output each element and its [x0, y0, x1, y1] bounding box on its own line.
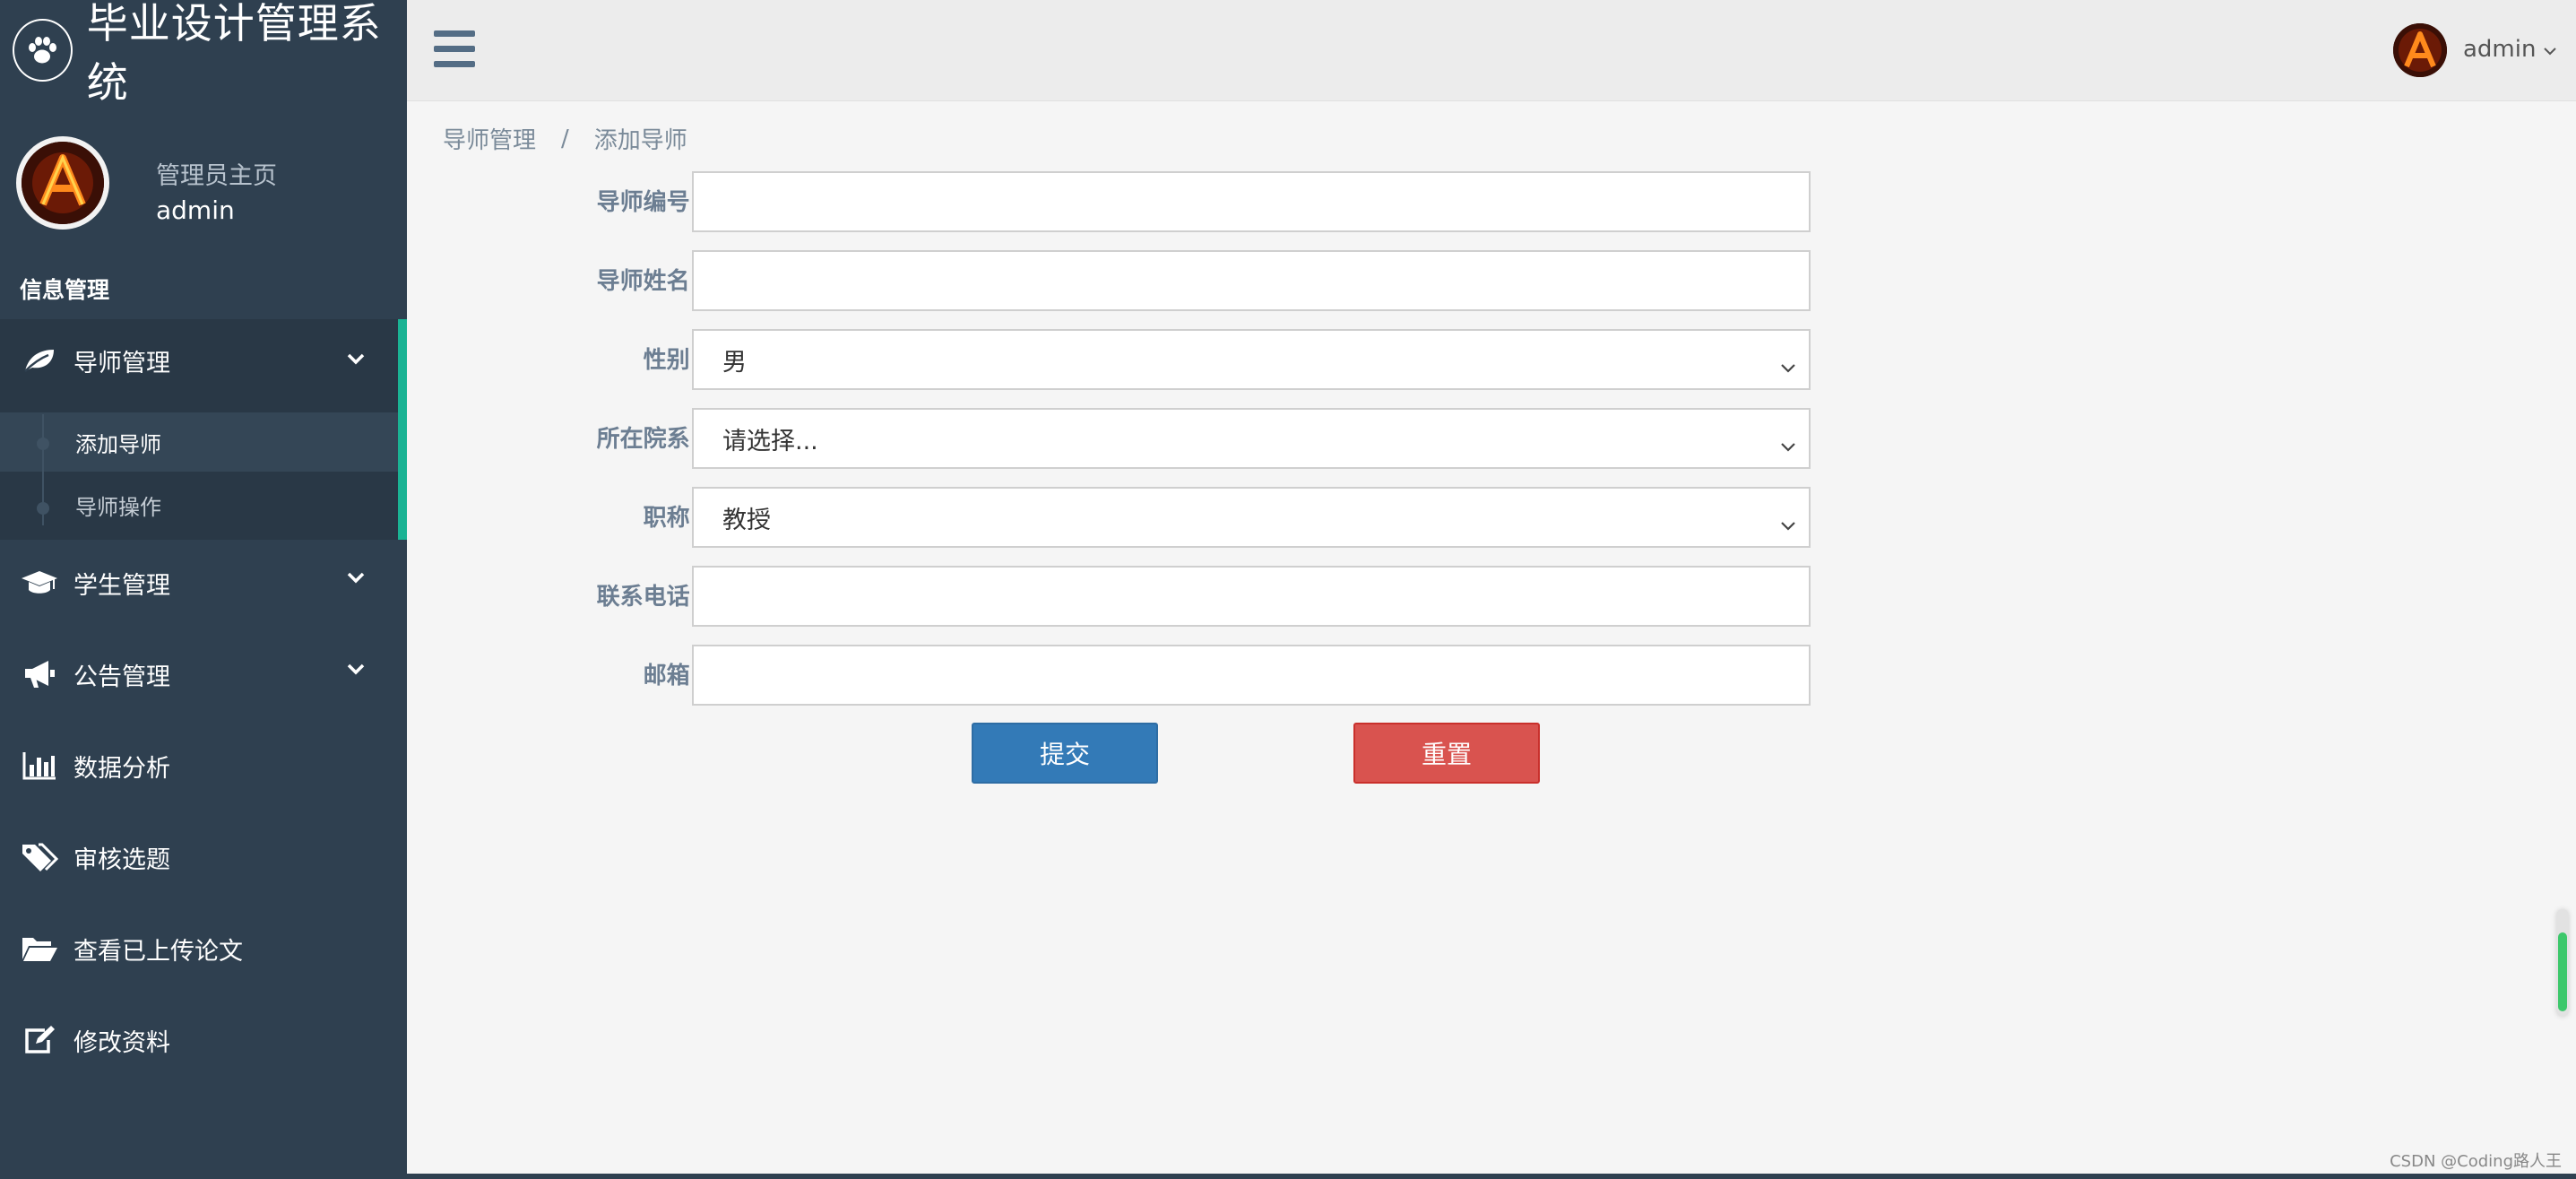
- sidebar-item-label: 导师管理: [73, 349, 170, 377]
- submit-button[interactable]: 提交: [972, 723, 1158, 784]
- sidebar-item-data-analysis[interactable]: 数据分析: [0, 721, 400, 811]
- title-select-box[interactable]: 教授: [692, 487, 1811, 548]
- sidebar-item-label: 查看已上传论文: [73, 937, 243, 966]
- topbar: admin: [407, 0, 2576, 101]
- submenu-dot: [37, 502, 49, 515]
- breadcrumb-parent[interactable]: 导师管理: [443, 122, 536, 155]
- sidebar-item-student-management[interactable]: 学生管理: [0, 538, 400, 628]
- app-title: 毕业设计管理系统: [86, 0, 382, 107]
- chevron-down-icon: [346, 662, 366, 680]
- reset-button[interactable]: 重置: [1353, 723, 1540, 784]
- department-row: 所在院系: 请选择...: [407, 408, 1814, 471]
- folder-open-icon: [20, 929, 59, 968]
- phone-label: 联系电话:: [596, 584, 699, 611]
- department-select[interactable]: 请选择...: [692, 408, 1811, 469]
- teacher-id-label: 导师编号:: [596, 189, 699, 216]
- gender-select[interactable]: 男: [692, 329, 1811, 390]
- phone-input[interactable]: [692, 566, 1811, 627]
- sidebar-subitem-teacher-operations[interactable]: 导师操作: [0, 475, 398, 534]
- tags-icon: [20, 837, 59, 877]
- email-input[interactable]: [692, 645, 1811, 706]
- sidebar-item-view-papers[interactable]: 查看已上传论文: [0, 904, 400, 993]
- megaphone-icon: [20, 655, 59, 694]
- sidebar: 毕业设计管理系统 管理员主页 admin 信息管理 导师管理 添加导师 导师操作…: [0, 0, 407, 1179]
- email-label: 邮箱:: [643, 663, 699, 689]
- title-select[interactable]: 教授: [692, 487, 1811, 548]
- department-select-box[interactable]: 请选择...: [692, 408, 1811, 469]
- user-menu[interactable]: admin: [2463, 36, 2557, 63]
- user-name: admin: [2463, 36, 2537, 63]
- breadcrumb-current: 添加导师: [593, 127, 687, 154]
- department-selected: 请选择...: [722, 427, 818, 455]
- sidebar-item-label: 数据分析: [73, 754, 170, 783]
- chevron-down-icon: [2543, 36, 2557, 63]
- chevron-down-icon: [1780, 353, 1796, 381]
- user-avatar[interactable]: [2393, 23, 2447, 77]
- section-title: 信息管理: [20, 277, 110, 303]
- sidebar-item-label: 学生管理: [73, 571, 170, 600]
- teacher-name-input[interactable]: [692, 250, 1811, 311]
- gender-select-box[interactable]: 男: [692, 329, 1811, 390]
- breadcrumb: 导师管理 / 添加导师: [443, 122, 687, 155]
- title-label: 职称:: [643, 505, 699, 532]
- teacher-id-row: 导师编号:: [407, 171, 1814, 234]
- brand: 毕业设计管理系统: [0, 0, 407, 107]
- sidebar-subitem-label: 添加导师: [75, 431, 161, 457]
- bottom-border: [407, 1174, 2576, 1179]
- sidebar-subitem-add-teacher[interactable]: 添加导师: [0, 412, 398, 472]
- teacher-name-label: 导师姓名:: [596, 268, 699, 295]
- breadcrumb-separator: /: [561, 125, 569, 152]
- profile-name: admin: [156, 195, 235, 225]
- chevron-down-icon: [1780, 432, 1796, 460]
- hamburger-icon[interactable]: [434, 30, 475, 68]
- sidebar-subitem-label: 导师操作: [75, 494, 161, 520]
- sidebar-item-label: 审核选题: [73, 845, 170, 874]
- sidebar-item-edit-profile[interactable]: 修改资料: [0, 995, 400, 1085]
- chevron-down-icon: [346, 570, 366, 588]
- avatar[interactable]: [16, 136, 109, 230]
- sidebar-item-label: 修改资料: [73, 1028, 170, 1057]
- edit-icon: [20, 1020, 59, 1060]
- sidebar-item-teacher-management[interactable]: 导师管理: [0, 319, 400, 402]
- profile: 管理员主页 admin: [0, 126, 407, 242]
- chevron-down-icon: [346, 351, 366, 369]
- scrollbar-thumb[interactable]: [2558, 932, 2567, 1011]
- department-label: 所在院系:: [596, 426, 699, 453]
- bar-chart-icon: [20, 746, 59, 785]
- active-indicator: [398, 319, 407, 540]
- sidebar-item-notice-management[interactable]: 公告管理: [0, 629, 400, 719]
- title-selected: 教授: [722, 506, 771, 534]
- submenu: 添加导师 导师操作: [0, 402, 398, 540]
- graduation-cap-icon: [20, 563, 59, 603]
- teacher-name-row: 导师姓名:: [407, 250, 1814, 313]
- email-row: 邮箱:: [407, 645, 1814, 707]
- title-row: 职称: 教授: [407, 487, 1814, 550]
- watermark: CSDN @Coding路人王: [2390, 1152, 2562, 1171]
- sidebar-item-label: 公告管理: [73, 663, 170, 691]
- profile-role: 管理员主页: [156, 162, 277, 190]
- gender-label: 性别:: [643, 347, 699, 374]
- teacher-id-input[interactable]: [692, 171, 1811, 232]
- submenu-dot: [37, 438, 49, 450]
- phone-row: 联系电话:: [407, 566, 1814, 629]
- gender-selected: 男: [722, 348, 747, 377]
- gender-row: 性别: 男: [407, 329, 1814, 392]
- sidebar-item-review-topics[interactable]: 审核选题: [0, 812, 400, 902]
- paw-icon: [13, 19, 73, 82]
- leaf-icon: [20, 341, 59, 380]
- chevron-down-icon: [1780, 511, 1796, 539]
